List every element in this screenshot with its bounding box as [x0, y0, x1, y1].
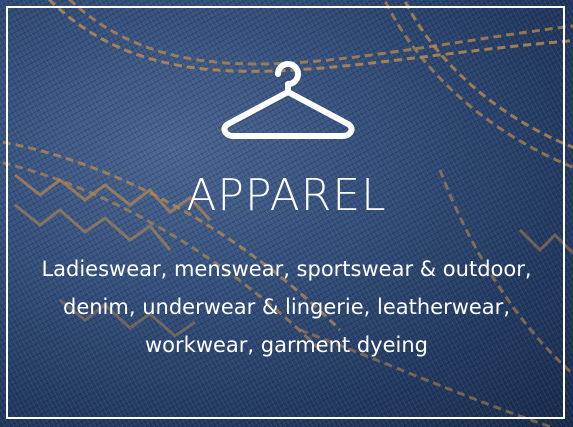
apparel-category-tile[interactable]: APPAREL Ladieswear, menswear, sportswear…: [0, 0, 573, 427]
hanger-icon: [221, 61, 355, 139]
category-description: Ladieswear, menswear, sportswear & outdo…: [41, 257, 532, 357]
category-title: APPAREL: [186, 170, 387, 221]
